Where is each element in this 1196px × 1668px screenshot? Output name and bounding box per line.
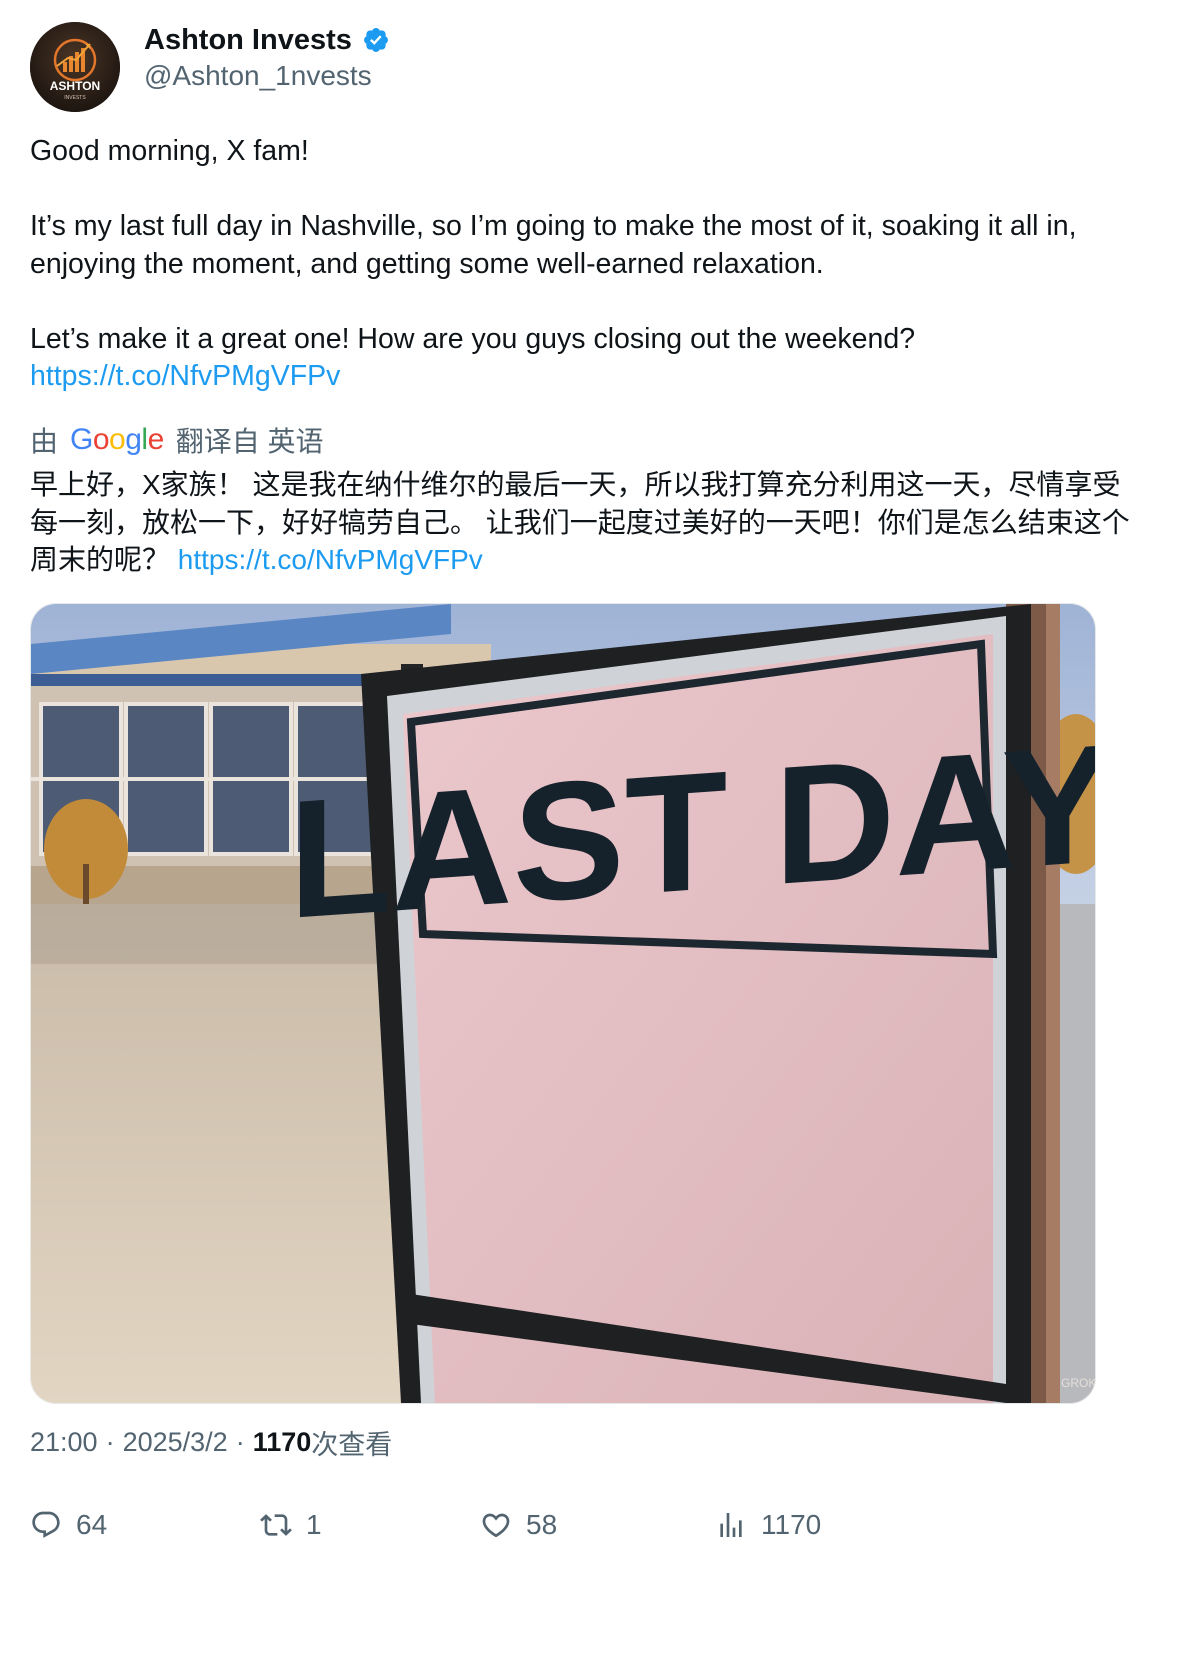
views-label: 次查看 [311, 1429, 393, 1460]
post-text: Good morning, X fam! It’s my last full d… [30, 133, 1150, 396]
repost-count: 1 [306, 1509, 322, 1540]
post-meta: 21:00 · 2025/3/2 · 1170 次查看 [30, 1422, 392, 1462]
avatar[interactable]: ASHTON INVESTS [30, 22, 120, 112]
verified-badge-icon[interactable] [362, 26, 390, 54]
avatar-subtext: INVESTS [64, 95, 86, 101]
translation-by-label: 由 [30, 426, 59, 457]
repost-icon [260, 1514, 292, 1536]
author-name-row: Ashton Invests [144, 20, 390, 60]
translation-source-label: 翻译自 英语 [175, 426, 324, 457]
post-date[interactable]: 2025/3/2 [123, 1427, 228, 1458]
post-time[interactable]: 21:00 [30, 1427, 98, 1458]
like-button[interactable]: 58 [480, 1500, 557, 1550]
translated-text: 早上好，X家族！ 这是我在纳什维尔的最后一天，所以我打算充分利用这一天，尽情享受… [30, 466, 1130, 579]
reply-icon [32, 1511, 60, 1538]
views-button[interactable]: 1170 [715, 1500, 821, 1550]
post-link[interactable]: https://t.co/NfvPMgVFPv [30, 360, 340, 392]
display-name[interactable]: Ashton Invests [144, 24, 352, 57]
repost-button[interactable]: 1 [260, 1500, 322, 1550]
post-line-greeting: Good morning, X fam! [30, 135, 309, 167]
reply-button[interactable]: 64 [30, 1500, 107, 1550]
heart-icon [482, 1513, 510, 1538]
avatar-text: ASHTON [50, 79, 100, 93]
views-action-count: 1170 [761, 1509, 822, 1540]
like-count: 58 [526, 1509, 558, 1540]
reply-count: 64 [76, 1509, 108, 1540]
action-bar: 64 1 58 1170 [30, 1500, 1130, 1550]
analytics-icon [720, 1513, 742, 1537]
post-image[interactable]: LAST DAY GROK [30, 603, 1096, 1404]
post-paragraph-2: It’s my last full day in Nashville, so I… [30, 210, 1077, 280]
translated-link[interactable]: https://t.co/NfvPMgVFPv [178, 544, 483, 575]
views-count: 1170 [252, 1426, 312, 1457]
meta-separator: · [105, 1426, 115, 1457]
translation-attribution[interactable]: 由 Google 翻译自 英语 [30, 420, 324, 460]
tweet: ASHTON INVESTS Ashton Invests @Ashton_1n… [0, 0, 1196, 1668]
post-paragraph-3: Let’s make it a great one! How are you g… [30, 322, 916, 355]
avatar-logo: ASHTON INVESTS [30, 22, 120, 112]
meta-separator: · [235, 1426, 245, 1457]
google-logo: Google [70, 423, 164, 456]
author-handle[interactable]: @Ashton_1nvests [144, 60, 372, 92]
last-day-sign-image: LAST DAY GROK [31, 604, 1095, 1403]
grok-watermark: GROK [1061, 1376, 1095, 1390]
